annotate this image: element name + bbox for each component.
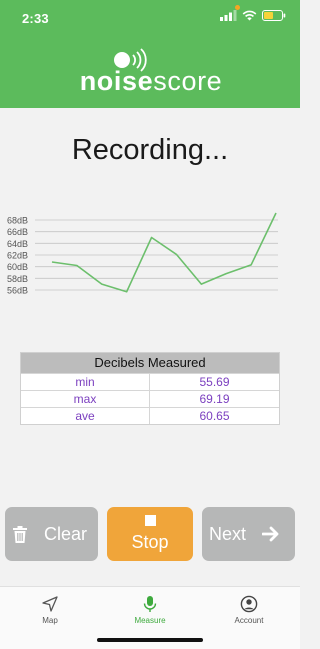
table-row-max: max 69.19 — [21, 390, 279, 407]
status-time: 2:33 — [22, 11, 49, 26]
clear-label: Clear — [44, 523, 88, 544]
status-icons — [220, 10, 286, 21]
table-row-min: min 55.69 — [21, 373, 279, 390]
tab-label: Map — [42, 616, 58, 625]
row-value: 69.19 — [199, 392, 230, 406]
next-label: Next — [209, 523, 247, 544]
svg-text:noisescore: noisescore — [80, 66, 223, 96]
battery-icon — [262, 10, 286, 21]
decibels-table: Decibels Measured min 55.69 max 69.19 av… — [20, 352, 280, 425]
account-icon — [240, 595, 258, 613]
table-title: Decibels Measured — [21, 353, 279, 373]
y-tick-label: 60dB — [7, 262, 28, 272]
row-value: 55.69 — [199, 375, 230, 389]
recording-title: Recording... — [71, 134, 229, 166]
tab-measure[interactable]: Measure — [115, 595, 185, 625]
noisescore-logo: noisescore — [80, 48, 223, 96]
trash-icon — [13, 525, 27, 543]
stop-label: Stop — [131, 532, 169, 552]
decibel-line-chart: 68dB66dB 64dB 62dB60dB 58dB 56dB — [7, 212, 278, 296]
home-indicator — [97, 638, 203, 642]
y-tick-label: 66dB — [7, 227, 28, 237]
y-tick-label: 56dB — [7, 286, 28, 296]
tab-map[interactable]: Map — [15, 595, 85, 625]
row-value: 60.65 — [199, 409, 230, 423]
clear-button[interactable]: Clear — [5, 507, 98, 561]
y-tick-label: 64dB — [7, 239, 28, 249]
next-button[interactable]: Next — [202, 507, 295, 561]
tab-account[interactable]: Account — [214, 595, 284, 625]
row-label: max — [21, 391, 150, 407]
tab-label: Measure — [134, 616, 166, 625]
y-tick-label: 62dB — [7, 251, 28, 261]
y-tick-label: 68dB — [7, 216, 28, 226]
wifi-icon — [242, 10, 257, 21]
arrow-right-icon — [262, 526, 279, 542]
signal-icon — [220, 10, 237, 21]
stop-icon — [144, 515, 156, 526]
status-bar: 2:33 — [0, 0, 300, 38]
table-row-ave: ave 60.65 — [21, 407, 279, 424]
stop-button[interactable]: Stop — [107, 507, 193, 561]
y-tick-label: 58dB — [7, 274, 28, 284]
row-label: min — [21, 374, 150, 390]
app-header: 2:33 noisescore — [0, 0, 300, 108]
decibel-series-line — [51, 212, 277, 293]
row-label: ave — [21, 408, 150, 424]
microphone-icon — [143, 596, 157, 612]
tab-label: Account — [234, 616, 264, 625]
navigation-arrow-icon — [42, 596, 58, 612]
